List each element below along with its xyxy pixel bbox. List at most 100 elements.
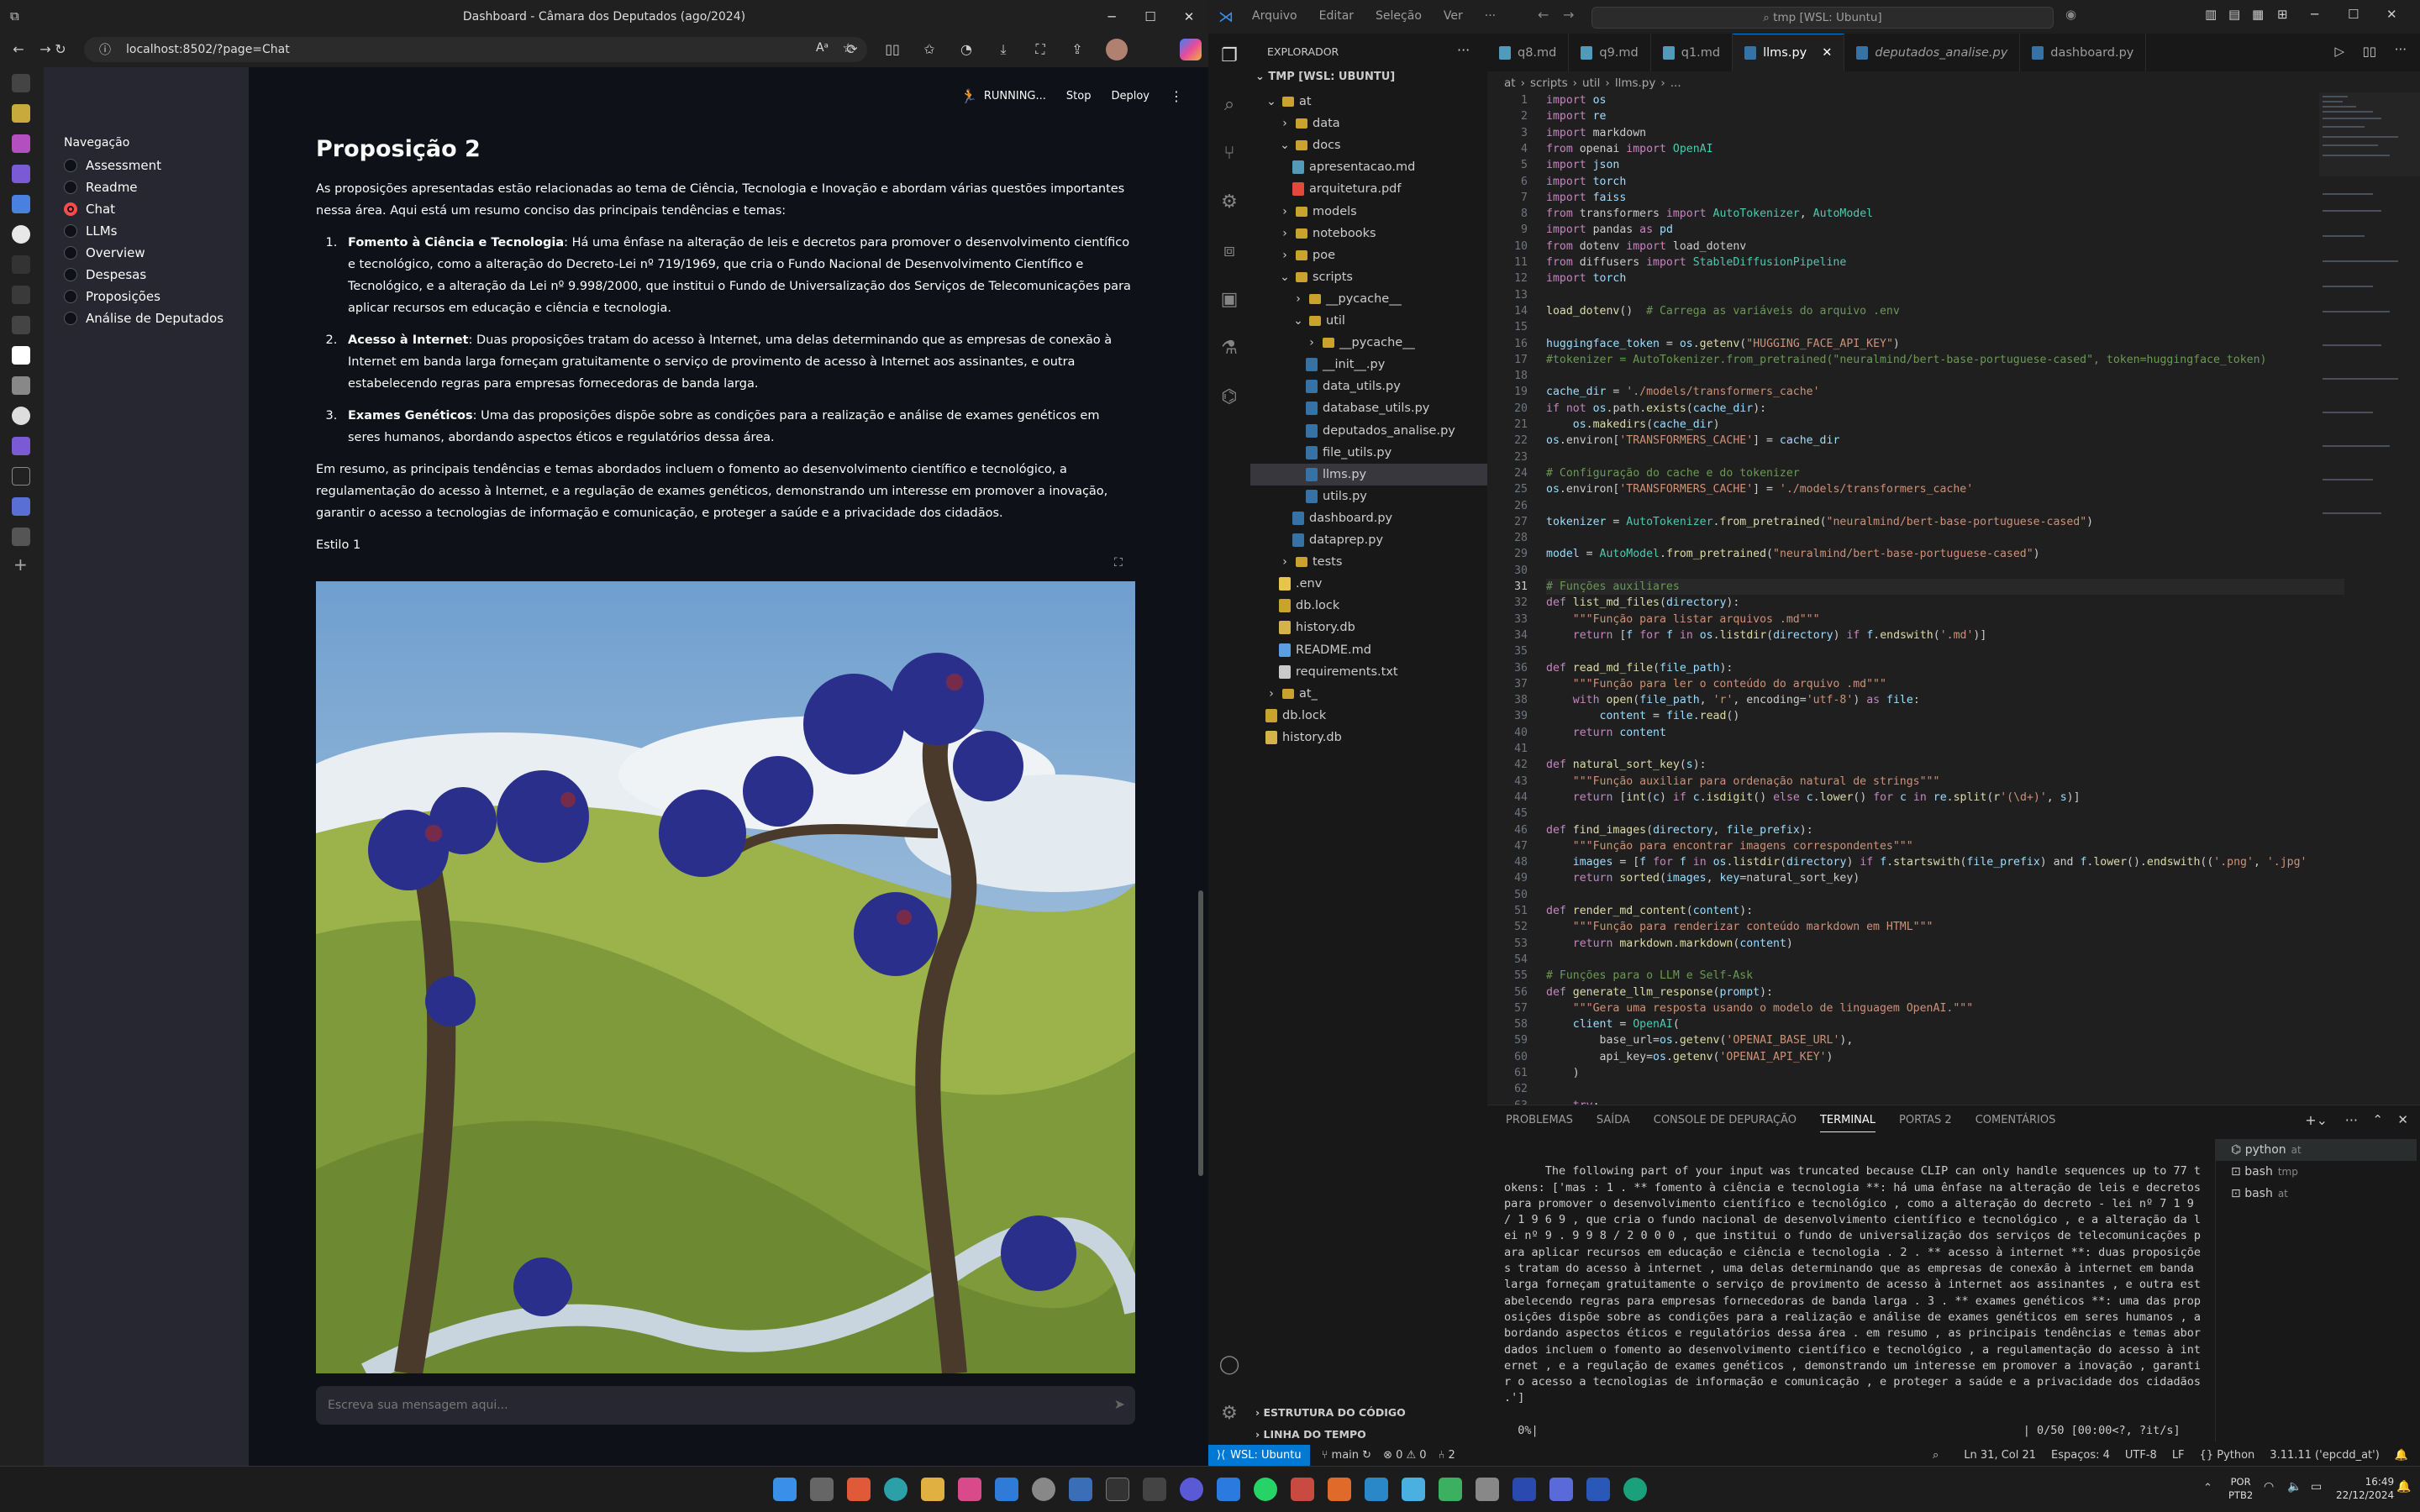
menu-item[interactable]: Ver	[1444, 9, 1463, 23]
extensions-icon[interactable]: ▣	[1218, 289, 1240, 311]
tree-item[interactable]: history.db	[1250, 617, 1355, 638]
tree-item[interactable]: › poe	[1250, 244, 1335, 266]
source-control-icon[interactable]: ⑂	[1218, 143, 1240, 165]
menu-item[interactable]: Seleção	[1376, 9, 1422, 23]
python-icon[interactable]: ⌬	[1218, 386, 1240, 408]
editor-tab[interactable]: llms.py ✕	[1733, 34, 1845, 71]
nav-radio-assessment[interactable]: Assessment	[64, 158, 161, 173]
wifi-icon[interactable]: ◠	[2264, 1480, 2274, 1494]
minimize-icon[interactable]: ─	[1092, 0, 1131, 34]
taskbar-app-5[interactable]	[1143, 1478, 1166, 1501]
notification-bell-icon[interactable]: 🔔	[2396, 1480, 2411, 1494]
tab-icon-5[interactable]	[12, 225, 30, 244]
menu-item[interactable]: Editar	[1319, 9, 1354, 23]
breadcrumb-item[interactable]: llms.py	[1615, 76, 1656, 90]
language-mode[interactable]: {} Python	[2200, 1449, 2255, 1462]
eol[interactable]: LF	[2172, 1449, 2185, 1462]
taskbar-app-11[interactable]	[1402, 1478, 1425, 1501]
tab-icon-4[interactable]	[12, 195, 30, 213]
editor-more-icon[interactable]: ···	[2395, 42, 2407, 57]
remote-explorer-icon[interactable]: ⧈	[1218, 240, 1240, 262]
layout-sidebar-icon[interactable]: ▥	[2205, 7, 2217, 22]
vs-minimize-icon[interactable]: ─	[2311, 7, 2318, 22]
layout-panel-icon[interactable]: ▤	[2228, 7, 2240, 22]
run-python-icon[interactable]: ▷	[2334, 44, 2344, 59]
share-icon[interactable]: ⇪	[1065, 39, 1089, 60]
tree-item[interactable]: dataprep.py	[1250, 529, 1383, 551]
favorites-icon[interactable]: ✩	[918, 39, 941, 60]
tree-item[interactable]: apresentacao.md	[1250, 156, 1415, 178]
tab-icon-7[interactable]	[12, 286, 30, 304]
tree-item[interactable]: .env	[1250, 573, 1322, 595]
screenshot-icon[interactable]: ⛶	[1028, 39, 1052, 60]
menu-item[interactable]: ···	[1485, 9, 1496, 23]
breadcrumb-item[interactable]: at	[1504, 76, 1516, 90]
taskbar-app-8[interactable]	[1291, 1478, 1314, 1501]
tab-icon-14[interactable]	[12, 528, 30, 546]
editor-tab[interactable]: q1.md	[1651, 34, 1733, 71]
taskbar-app-7[interactable]	[1217, 1478, 1240, 1501]
chat-input[interactable]: Escreva sua mensagem aqui... ➤	[316, 1386, 1135, 1425]
terminal-output[interactable]: The following part of your input was tru…	[1504, 1147, 2202, 1472]
tree-item[interactable]: › notebooks	[1250, 223, 1376, 244]
tree-item[interactable]: › __pycache__	[1250, 332, 1415, 354]
tab-icon-11[interactable]	[12, 437, 30, 455]
close-icon[interactable]: ✕	[1170, 0, 1208, 34]
site-info-icon[interactable]: ⓘ	[99, 41, 111, 58]
volume-icon[interactable]: 🔈	[2287, 1480, 2302, 1494]
tree-item[interactable]: history.db	[1250, 727, 1342, 748]
workspace-root[interactable]: ⌄ TMP [WSL: UBUNTU]	[1255, 71, 1395, 83]
downloads-icon[interactable]: ⤓	[992, 39, 1015, 60]
editor-tab[interactable]: q9.md	[1569, 34, 1651, 71]
testing-icon[interactable]: ⚗	[1218, 338, 1240, 360]
reload-icon[interactable]: ↻	[49, 39, 72, 60]
read-aloud-icon[interactable]: Aᵃ	[816, 41, 829, 55]
minimap[interactable]	[2319, 92, 2420, 563]
panel-tab[interactable]: TERMINAL	[1819, 1114, 1876, 1132]
tree-item[interactable]: data_utils.py	[1250, 375, 1401, 397]
nav-radio-llms[interactable]: LLMs	[64, 223, 117, 239]
start-icon[interactable]	[773, 1478, 797, 1501]
stop-button[interactable]: Stop	[1066, 90, 1092, 102]
search-icon[interactable]: ⌕	[1218, 94, 1240, 116]
taskbar-app-4[interactable]	[1069, 1478, 1092, 1501]
tree-item[interactable]: › __pycache__	[1250, 288, 1402, 310]
close-panel-icon[interactable]: ✕	[2397, 1112, 2408, 1127]
tree-item[interactable]: file_utils.py	[1250, 442, 1392, 464]
send-icon[interactable]: ➤	[1114, 1396, 1125, 1412]
tab-icon-12[interactable]	[12, 467, 30, 486]
nav-back-icon[interactable]: ←	[1538, 7, 1549, 23]
taskbar-app-14[interactable]	[1512, 1478, 1536, 1501]
editor-tab[interactable]: dashboard.py	[2020, 34, 2147, 71]
tree-item[interactable]: dashboard.py	[1250, 507, 1392, 529]
nav-radio-despesas[interactable]: Despesas	[64, 267, 146, 282]
tree-item[interactable]: requirements.txt	[1250, 661, 1398, 683]
breadcrumb-item[interactable]: util	[1582, 76, 1600, 90]
tab-icon-active[interactable]	[12, 346, 30, 365]
taskbar-app-3[interactable]	[1032, 1478, 1055, 1501]
nav-radio-overview[interactable]: Overview	[64, 245, 145, 260]
maximize-icon[interactable]: ☐	[1131, 0, 1170, 34]
tab-icon-13[interactable]	[12, 497, 30, 516]
copilot-icon[interactable]	[1180, 39, 1202, 60]
vs-close-icon[interactable]: ✕	[2386, 7, 2397, 22]
edge-icon[interactable]	[884, 1478, 908, 1501]
taskbar-app-13[interactable]	[1476, 1478, 1499, 1501]
breadcrumb-item[interactable]: scripts	[1530, 76, 1568, 90]
taskbar-app-6[interactable]	[1180, 1478, 1203, 1501]
tree-item[interactable]: deputados_analise.py	[1250, 420, 1455, 442]
task-view-icon[interactable]	[810, 1478, 834, 1501]
new-tab-icon[interactable]: +	[13, 554, 28, 575]
nav-radio-an-lise-de-deputados[interactable]: Análise de Deputados	[64, 311, 224, 326]
address-bar[interactable]: ⓘ localhost:8502/?page=Chat Aᵃ ☆	[84, 37, 867, 62]
panel-tab[interactable]: PROBLEMAS	[1506, 1114, 1573, 1132]
back-icon[interactable]: ←	[7, 39, 30, 60]
maximize-panel-icon[interactable]: ⌃	[2372, 1112, 2383, 1127]
tree-item[interactable]: › at_	[1250, 683, 1318, 705]
command-center[interactable]: ⌕ tmp [WSL: Ubuntu]	[1591, 7, 2054, 29]
editor-tab[interactable]: q8.md	[1487, 34, 1570, 71]
tree-item[interactable]: › models	[1250, 201, 1357, 223]
encoding[interactable]: UTF-8	[2125, 1449, 2157, 1462]
taskbar-app-16[interactable]	[1586, 1478, 1610, 1501]
indentation[interactable]: Espaços: 4	[2051, 1449, 2110, 1462]
